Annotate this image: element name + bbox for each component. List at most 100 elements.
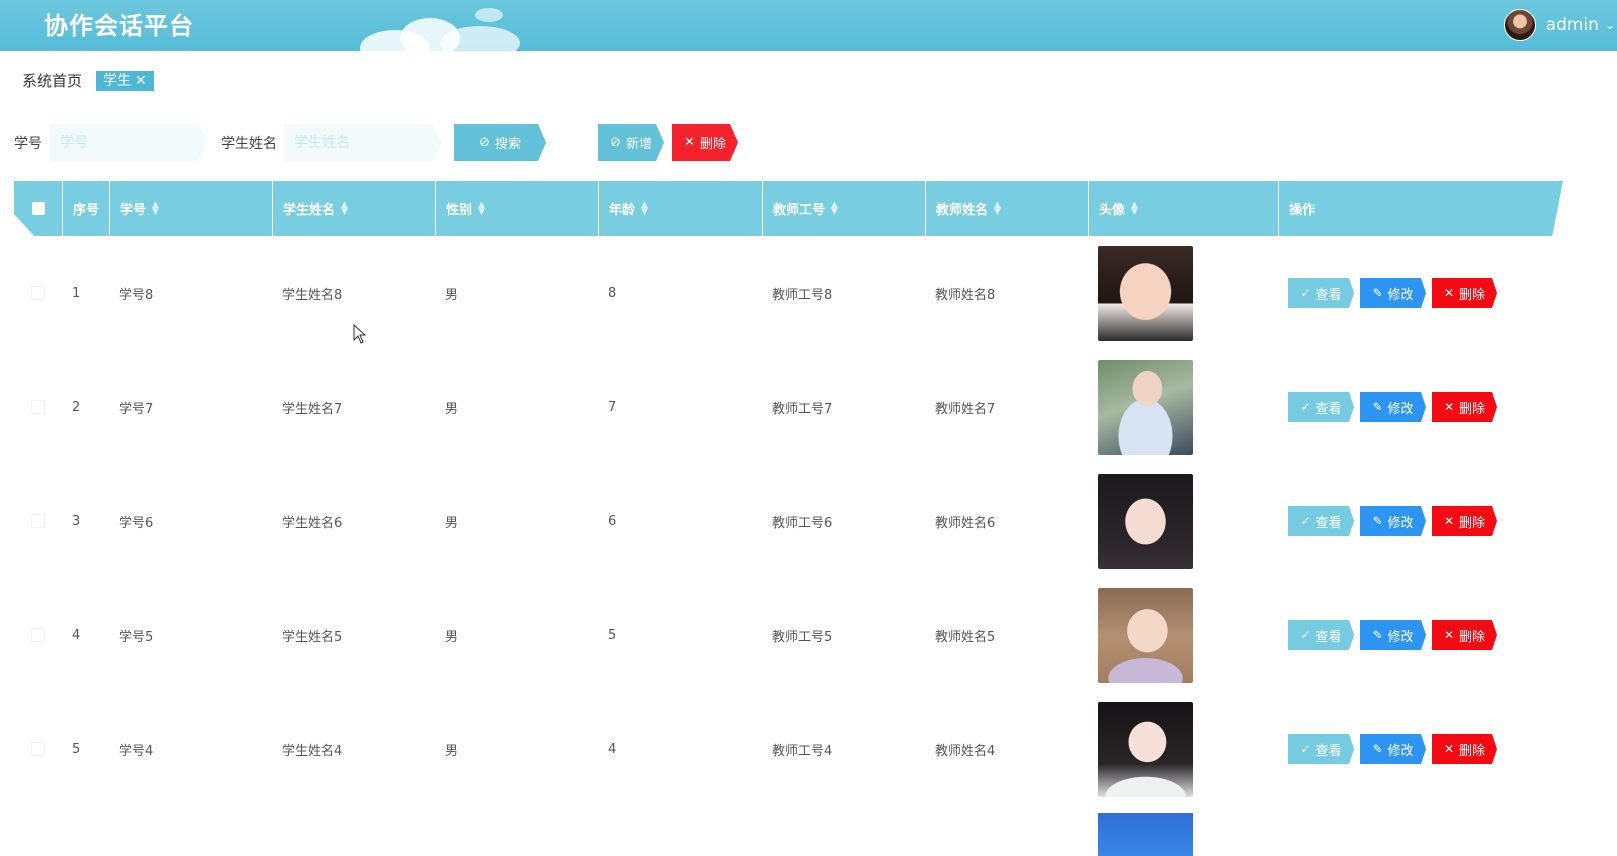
view-button[interactable]: ✓ 查看 [1288,620,1354,650]
cell-student-no: 学号4 [119,743,154,759]
delete-button[interactable]: ✕ 删除 [1432,506,1497,536]
check-circle-icon: ⊘ [610,135,621,150]
cell-student-name: 学生姓名8 [282,287,343,303]
col-teacher-name[interactable]: 教师姓名 ▲ ▼ [925,181,1088,236]
cell-age: 4 [608,741,617,757]
close-icon: ✕ [1443,514,1455,528]
cell-teacher-name: 教师姓名5 [935,629,996,645]
avatar[interactable] [1503,9,1536,41]
student-no-label: 学号 [14,136,42,152]
delete-button[interactable]: ✕ 删除 [1432,278,1497,308]
col-teacher-name-label: 教师姓名 [936,203,989,218]
row-checkbox[interactable] [31,628,45,642]
sort-icon[interactable]: ▲ ▼ [641,200,648,216]
cell-actions: ✓ 查看 ✎ 修改 ✕ 删除 [1278,692,1497,806]
cell-gender: 男 [445,515,459,531]
cell-student-no: 学号6 [119,515,154,531]
sort-icon[interactable]: ▲ ▼ [341,200,348,216]
cell-teacher-no: 教师工号8 [772,287,833,303]
student-photo[interactable] [1098,701,1193,797]
col-student-name[interactable]: 学生姓名 ▲ ▼ [272,181,435,236]
col-gender-label: 性别 [446,203,473,218]
row-checkbox[interactable] [31,400,45,414]
cell-teacher-name: 教师姓名8 [935,287,996,303]
view-button-label: 查看 [1315,401,1342,417]
edit-button[interactable]: ✎ 修改 [1360,734,1426,764]
col-age[interactable]: 年龄 ▲ ▼ [598,181,762,236]
search-button[interactable]: ⊘ 搜索 [454,124,546,161]
mouse-cursor-icon [353,324,367,344]
cell-student-no: 学号5 [119,629,154,645]
select-all-checkbox[interactable] [31,202,45,215]
cell-student-no: 学号7 [119,401,154,417]
cell-age: 6 [608,513,617,529]
cell-age: 8 [608,285,617,301]
col-gender[interactable]: 性别 ▲ ▼ [435,181,598,236]
delete-button[interactable]: ✕ 删除 [1432,734,1497,764]
student-name-input[interactable] [284,124,442,161]
table-row: 4 学号5 学生姓名5 男 5 教师工号5 教师姓名5 ✓ 查看 ✎ 修改 ✕ 删除 [14,578,1563,692]
cell-gender: 男 [445,629,459,645]
row-checkbox-cell [14,692,62,806]
col-avatar[interactable]: 头像 ▲ ▼ [1088,181,1278,236]
edit-button[interactable]: ✎ 修改 [1360,620,1426,650]
col-student-no[interactable]: 学号 ▲ ▼ [109,181,272,236]
view-button[interactable]: ✓ 查看 [1288,734,1354,764]
student-photo[interactable] [1098,245,1193,341]
user-name[interactable]: admin [1546,15,1599,35]
col-avatar-label: 头像 [1099,203,1126,218]
cell-index: 4 [72,627,81,643]
row-checkbox[interactable] [31,514,45,528]
add-button-label: 新增 [625,137,652,152]
cell-index: 3 [72,513,81,529]
close-icon[interactable]: ✕ [135,72,147,90]
close-icon: ✕ [1443,400,1455,414]
col-teacher-no-label: 教师工号 [773,203,826,218]
cell-teacher-name: 教师姓名7 [935,401,996,417]
cell-avatar [1088,236,1193,350]
edit-button[interactable]: ✎ 修改 [1360,278,1426,308]
cloud-decoration [475,8,503,22]
sort-icon[interactable]: ▲ ▼ [152,200,159,216]
user-menu[interactable]: admin ⌄ [1503,6,1617,44]
cell-age: 7 [608,399,617,415]
batch-delete-button[interactable]: ✕ 删除 [672,124,738,161]
breadcrumb-home[interactable]: 系统首页 [22,70,82,91]
cell-index: 2 [72,399,81,415]
student-no-input[interactable] [50,124,208,161]
cell-student-name: 学生姓名7 [282,401,343,417]
row-checkbox[interactable] [31,742,45,756]
delete-button[interactable]: ✕ 删除 [1432,620,1497,650]
check-icon: ✓ [1300,742,1311,756]
cell-gender: 男 [445,401,459,417]
tab-student[interactable]: 学生 ✕ [96,70,154,91]
cell-teacher-name: 教师姓名4 [935,743,996,759]
cell-gender: 男 [445,743,459,759]
view-button[interactable]: ✓ 查看 [1288,392,1354,422]
sort-icon[interactable]: ▲ ▼ [831,200,838,216]
edit-button[interactable]: ✎ 修改 [1360,392,1426,422]
sort-icon[interactable]: ▲ ▼ [478,200,485,216]
delete-button-label: 删除 [1459,287,1486,303]
cell-index: 5 [72,741,81,757]
row-checkbox[interactable] [31,286,45,300]
edit-button[interactable]: ✎ 修改 [1360,506,1426,536]
student-photo[interactable] [1098,813,1193,856]
sort-icon[interactable]: ▲ ▼ [994,200,1001,216]
col-teacher-no[interactable]: 教师工号 ▲ ▼ [762,181,925,236]
edit-icon: ✎ [1372,628,1383,642]
edit-button-label: 修改 [1387,287,1414,303]
student-photo[interactable] [1098,359,1193,455]
cell-actions: ✓ 查看 ✎ 修改 ✕ 删除 [1278,350,1497,464]
chevron-down-icon[interactable]: ⌄ [1605,18,1615,32]
student-photo[interactable] [1098,473,1193,569]
sort-icon[interactable]: ▲ ▼ [1131,200,1138,216]
add-button[interactable]: ⊘ 新增 [598,124,664,161]
close-icon: ✕ [1443,628,1455,642]
view-button[interactable]: ✓ 查看 [1288,278,1354,308]
delete-button[interactable]: ✕ 删除 [1432,392,1497,422]
student-photo[interactable] [1098,587,1193,683]
delete-button-label: 删除 [1459,401,1486,417]
view-button[interactable]: ✓ 查看 [1288,506,1354,536]
edit-icon: ✎ [1372,400,1383,414]
